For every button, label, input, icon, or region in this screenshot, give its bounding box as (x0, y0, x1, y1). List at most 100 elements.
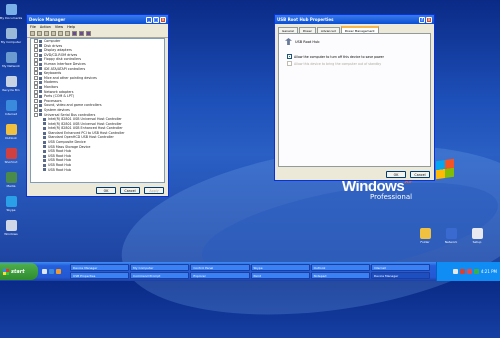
disable-button[interactable] (79, 31, 84, 36)
expand-icon[interactable] (34, 39, 38, 44)
taskbar-button[interactable]: Command Prompt (130, 272, 190, 279)
expand-icon[interactable] (34, 94, 38, 99)
title-bar[interactable]: Device Manager _ □ × (27, 15, 168, 24)
desktop-icon[interactable]: Network (440, 228, 462, 244)
desktop-icon[interactable]: My Documents (0, 4, 22, 20)
expand-icon[interactable] (34, 48, 38, 53)
expand-icon[interactable] (34, 108, 38, 113)
cancel-button[interactable]: Cancel (120, 187, 140, 194)
desktop-icon-label: My Computer (0, 40, 22, 44)
shortcut-icon (5, 124, 17, 135)
up-button[interactable] (44, 31, 49, 36)
expand-icon[interactable] (34, 43, 38, 48)
expand-icon[interactable] (34, 85, 38, 90)
menu-view[interactable]: View (55, 25, 63, 29)
scan-button[interactable] (65, 31, 70, 36)
desktop-icon[interactable]: Skype (0, 196, 22, 212)
shortcut-icon (419, 228, 431, 239)
expand-icon[interactable] (34, 103, 38, 108)
desktop-icon[interactable]: Setup (466, 228, 488, 244)
desktop-icon-label: Folder (420, 240, 430, 244)
usb-device-icon (43, 168, 46, 172)
minimize-button[interactable]: _ (146, 16, 152, 23)
close-button[interactable]: × (426, 16, 432, 23)
menu-file[interactable]: File (30, 25, 36, 29)
taskbar-button[interactable]: My Computer (130, 264, 190, 271)
taskbar-button[interactable]: Control Panel (190, 264, 250, 271)
desktop-icon-label: Network (444, 240, 458, 244)
expand-icon[interactable] (34, 112, 38, 117)
expand-icon[interactable] (34, 89, 38, 94)
checkbox-label: Allow the computer to turn off this devi… (294, 54, 384, 59)
security-icon[interactable] (466, 269, 472, 274)
title-bar[interactable]: USB Root Hub Properties ? × (275, 15, 434, 24)
desktop-icon[interactable]: My Network (0, 52, 22, 68)
network-icon[interactable] (452, 269, 458, 274)
help-button[interactable]: ? (419, 16, 425, 23)
device-category-icon (39, 67, 42, 71)
desktop-icon[interactable]: Shortcut (0, 148, 22, 164)
apply-button[interactable]: Apply (144, 187, 164, 194)
expand-icon[interactable] (34, 53, 38, 58)
taskbar-button[interactable]: Explorer (190, 272, 250, 279)
uninstall-button[interactable] (86, 31, 91, 36)
safely-remove-icon[interactable] (473, 269, 479, 274)
help-button[interactable] (58, 31, 63, 36)
desktop-icon[interactable]: Windows (0, 220, 22, 236)
taskbar-button[interactable]: Internet (370, 264, 430, 271)
forward-button[interactable] (37, 31, 42, 36)
update-driver-button[interactable] (72, 31, 77, 36)
allow-turn-off-checkbox[interactable]: Allow the computer to turn off this devi… (287, 54, 384, 59)
expand-icon[interactable] (34, 62, 38, 67)
close-button[interactable]: × (160, 16, 166, 23)
menu-action[interactable]: Action (40, 25, 51, 29)
cancel-button[interactable]: Cancel (410, 171, 430, 178)
taskbar: start Device Manager My Computer Control P… (0, 262, 500, 281)
maximize-button[interactable]: □ (153, 16, 159, 23)
expand-icon[interactable] (34, 80, 38, 85)
properties-button[interactable] (51, 31, 56, 36)
device-category-icon (39, 53, 42, 57)
start-label: start (11, 268, 25, 275)
logo-edition: Professional (370, 193, 413, 201)
desktop-icon[interactable]: My Computer (0, 28, 22, 44)
taskbar-button[interactable]: Paint (250, 272, 310, 279)
volume-icon[interactable] (459, 269, 465, 274)
desktop-icon[interactable]: Outlook (0, 124, 22, 140)
expand-icon[interactable] (34, 76, 38, 81)
start-button[interactable]: start (0, 263, 38, 280)
expand-icon[interactable] (34, 71, 38, 76)
usb-icon (285, 38, 292, 45)
checkbox-box[interactable] (287, 61, 292, 66)
ok-button[interactable]: OK (96, 187, 116, 194)
menu-help[interactable]: Help (67, 25, 75, 29)
usb-device-icon (43, 140, 46, 144)
shortcut-icon (5, 172, 17, 183)
taskbar-button[interactable]: Notepad (310, 272, 370, 279)
browser-icon[interactable] (49, 269, 54, 274)
checkbox-box[interactable] (287, 54, 292, 59)
media-icon[interactable] (56, 269, 61, 274)
tree-node[interactable]: USB Root Hub (31, 168, 164, 173)
taskbar-button[interactable]: Outlook (310, 264, 370, 271)
taskbar-button[interactable]: USB Properties (70, 272, 130, 279)
ok-button[interactable]: OK (386, 171, 406, 178)
desktop-icon[interactable]: Recycle Bin (0, 76, 22, 92)
device-category-icon (39, 76, 42, 80)
expand-icon[interactable] (34, 99, 38, 104)
expand-icon[interactable] (34, 66, 38, 71)
back-button[interactable] (30, 31, 35, 36)
window-title: USB Root Hub Properties (277, 17, 334, 22)
show-desktop-icon[interactable] (42, 269, 47, 274)
device-category-icon (39, 44, 42, 48)
expand-icon[interactable] (34, 57, 38, 62)
tab-power-management[interactable]: Power Management (340, 26, 379, 33)
taskbar-button[interactable]: Skype (250, 264, 310, 271)
allow-wake-checkbox[interactable]: Allow this device to bring the computer … (287, 61, 381, 66)
taskbar-button[interactable]: Device Manager (70, 264, 130, 271)
taskbar-button[interactable]: Device Manager (370, 272, 430, 279)
desktop-icon[interactable]: Folder (414, 228, 436, 244)
desktop-icon[interactable]: Media (0, 172, 22, 188)
device-tree[interactable]: Computer Disk drives Display adapters DVD/C… (30, 38, 165, 183)
desktop-icon[interactable]: Internet (0, 100, 22, 116)
